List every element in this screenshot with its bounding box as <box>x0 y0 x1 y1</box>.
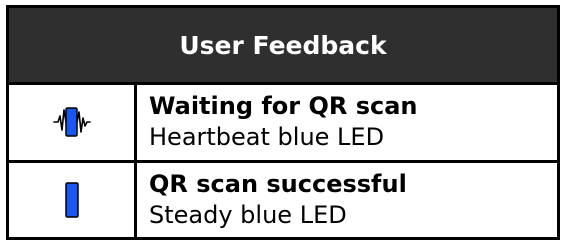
row-title: Waiting for QR scan <box>149 92 418 121</box>
table-header-label: User Feedback <box>179 30 387 60</box>
row-description: Heartbeat blue LED <box>149 123 385 152</box>
heartbeat-led-icon <box>52 107 91 137</box>
table-header: User Feedback <box>9 8 557 85</box>
user-feedback-table: User Feedback Waiting for QR scan Heartb… <box>6 5 560 240</box>
steady-led-icon <box>64 182 79 218</box>
row-description: Steady blue LED <box>149 200 347 229</box>
table-row: QR scan successful Steady blue LED <box>9 162 557 238</box>
icon-cell <box>9 85 137 160</box>
table-row: Waiting for QR scan Heartbeat blue LED <box>9 85 557 163</box>
text-cell: QR scan successful Steady blue LED <box>137 163 557 238</box>
text-cell: Waiting for QR scan Heartbeat blue LED <box>137 85 557 160</box>
icon-cell <box>9 162 137 237</box>
row-title: QR scan successful <box>149 169 407 198</box>
